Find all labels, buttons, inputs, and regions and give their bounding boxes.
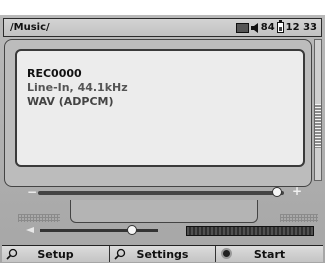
- track-name: REC0000: [27, 67, 82, 80]
- minus-label: −: [27, 185, 38, 199]
- track-source: Line-In, 44.1kHz: [27, 81, 128, 94]
- magnifier-icon: [6, 248, 18, 260]
- speaker-icon: [250, 22, 258, 33]
- plus-label: +: [292, 184, 303, 198]
- volume-slider-knob[interactable]: [127, 225, 138, 235]
- settings-button[interactable]: Settings: [110, 246, 216, 262]
- battery-percent: 84: [260, 22, 275, 33]
- speaker-grille-right: [280, 214, 318, 222]
- speaker-grille-left: [18, 214, 60, 222]
- hard-disk-icon: [235, 22, 249, 33]
- progress-knob[interactable]: [271, 187, 282, 197]
- start-label: Start: [253, 247, 286, 261]
- progress-track[interactable]: [38, 191, 284, 195]
- current-path: /Music/: [10, 22, 50, 33]
- softkey-bar: Setup Settings Start: [2, 245, 323, 262]
- volume-icon: [26, 227, 34, 233]
- track-format: WAV (ADPCM): [27, 95, 114, 108]
- track-info-screen: REC0000 Line-In, 44.1kHz WAV (ADPCM): [15, 49, 305, 167]
- settings-label: Settings: [136, 247, 189, 261]
- record-icon: [221, 248, 232, 259]
- device-frame: /Music/ 84 12 33 REC0000 Line-In, 44.1kH…: [0, 15, 325, 263]
- start-button[interactable]: Start: [216, 246, 323, 262]
- volume-slider-track[interactable]: [40, 229, 158, 232]
- level-meter: [186, 226, 314, 236]
- lower-panel: [70, 200, 258, 223]
- battery-icon: [276, 20, 284, 33]
- setup-label: Setup: [37, 247, 74, 261]
- scrollbar[interactable]: [314, 39, 322, 181]
- clock: 12 33: [285, 22, 317, 33]
- scrollbar-thumb[interactable]: [315, 104, 321, 148]
- magnifier-icon: [114, 248, 126, 260]
- status-bar: /Music/ 84 12 33: [3, 18, 322, 37]
- setup-button[interactable]: Setup: [2, 246, 110, 262]
